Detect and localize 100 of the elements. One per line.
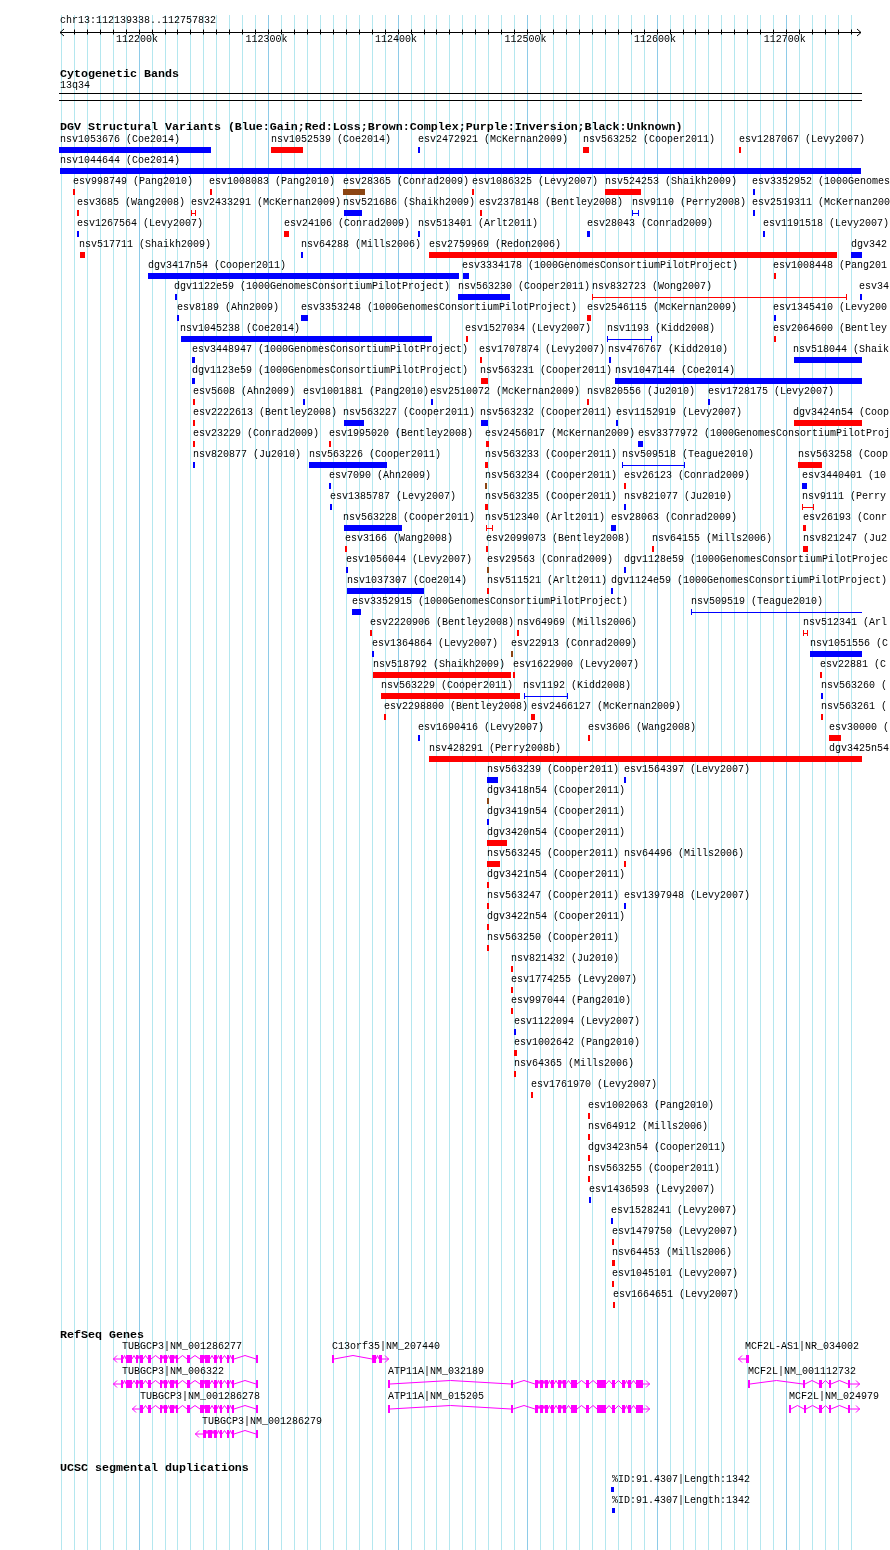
variant-label: esv1385787 (Levy2007)	[330, 491, 457, 503]
variant-label: esv1690416 (Levy2007)	[418, 722, 545, 734]
locus-label: chr13:112139338..112757832	[59, 15, 217, 27]
variant-label: nsv64453 (Mills2006)	[612, 1247, 733, 1259]
variant-label: nsv563235 (Cooper2011)	[485, 491, 618, 503]
variant-label: nsv563229 (Cooper2011)	[381, 680, 514, 692]
variant-label: esv3334178 (1000GenomesConsortiumPilotProject)	[462, 260, 739, 272]
variant-label: nsv64288 (Mills2006)	[301, 239, 422, 251]
variant-label: dgv3422n54 (Cooper2011)	[487, 911, 626, 923]
variant-label: esv1002642 (Pang2010)	[514, 1037, 641, 1049]
gene-label: MCF2L|NM_001112732	[748, 1366, 857, 1378]
variant-label: esv34	[859, 281, 889, 293]
variant-label: nsv563232 (Cooper2011)	[480, 407, 613, 419]
variant-label: nsv563227 (Cooper2011)	[343, 407, 476, 419]
variant-label: nsv64969 (Mills2006)	[517, 617, 638, 629]
variant-label: nsv563230 (Cooper2011)	[458, 281, 591, 293]
variant-label: esv1008448 (Pang201	[773, 260, 888, 272]
variant-label: dgv3423n54 (Cooper2011)	[588, 1142, 727, 1154]
variant-label: esv3353248 (1000GenomesConsortiumPilotProject)	[301, 302, 578, 314]
gene-label: TUBGCP3|NM_006322	[122, 1366, 225, 1378]
variant-label: esv1761970 (Levy2007)	[531, 1079, 658, 1091]
variant-label: nsv820556 (Ju2010)	[587, 386, 696, 398]
variant-label: esv26193 (Conr	[803, 512, 887, 524]
variant-label: esv3606 (Wang2008)	[588, 722, 697, 734]
variant-label: esv1364864 (Levy2007)	[372, 638, 499, 650]
variant-label: nsv1044644 (Coe2014)	[60, 155, 181, 167]
variant-label: dgv1128e59 (1000GenomesConsortiumPilotProjec	[624, 554, 889, 566]
ruler-tick-label: 112400k	[375, 34, 418, 46]
variant-label: nsv64155 (Mills2006)	[652, 533, 773, 545]
variant-label: esv1397948 (Levy2007)	[624, 890, 751, 902]
variant-label: nsv64365 (Mills2006)	[514, 1058, 635, 1070]
variant-label: dgv3419n54 (Cooper2011)	[487, 806, 626, 818]
variant-label: esv1707874 (Levy2007)	[479, 344, 606, 356]
variant-label: nsv563255 (Cooper2011)	[588, 1163, 721, 1175]
variant-label: dgv342	[851, 239, 887, 251]
variant-label: esv3440401 (10	[802, 470, 886, 482]
variant-label: dgv1123e59 (1000GenomesConsortiumPilotProject)	[192, 365, 469, 377]
variant-label: esv7090 (Ahn2009)	[329, 470, 432, 482]
variant-label: nsv513401 (Arlt2011)	[418, 218, 539, 230]
variant-label: esv1002063 (Pang2010)	[588, 1100, 715, 1112]
variant-label: esv2433291 (McKernan2009)	[191, 197, 342, 209]
variant-label: esv2099073 (Bentley2008)	[486, 533, 631, 545]
gene-label: TUBGCP3|NM_001286279	[202, 1416, 323, 1428]
variant-label: nsv64496 (Mills2006)	[624, 848, 745, 860]
variant-label: esv8189 (Ahn2009)	[177, 302, 280, 314]
variant-label: esv1287067 (Levy2007)	[739, 134, 866, 146]
duplication-bar	[612, 1508, 615, 1513]
variant-label: esv3377972 (1000GenomesConsortiumPilotProj	[638, 428, 890, 440]
variant-label: esv1436593 (Levy2007)	[589, 1184, 716, 1196]
variant-label: nsv563258 (Coop	[798, 449, 888, 461]
gene-label: MCF2L|NM_024979	[789, 1391, 879, 1403]
variant-label: nsv563239 (Cooper2011)	[487, 764, 620, 776]
variant-label: esv1664651 (Levy2007)	[613, 1289, 740, 1301]
variant-label: nsv476767 (Kidd2010)	[608, 344, 729, 356]
variant-label: esv3352952 (1000Genomes	[752, 176, 890, 188]
variant-label: esv1774255 (Levy2007)	[511, 974, 638, 986]
variant-label: dgv3425n54	[829, 743, 889, 755]
variant-label: esv1045101 (Levy2007)	[612, 1268, 739, 1280]
variant-label: nsv820877 (Ju2010)	[193, 449, 302, 461]
variant-label: esv1528241 (Levy2007)	[611, 1205, 738, 1217]
variant-label: nsv517711 (Shaikh2009)	[79, 239, 212, 251]
variant-label: esv2456017 (McKernan2009)	[485, 428, 636, 440]
variant-label: esv1527034 (Levy2007)	[465, 323, 592, 335]
variant-label: esv3685 (Wang2008)	[77, 197, 186, 209]
variant-label: esv1622900 (Levy2007)	[513, 659, 640, 671]
variant-label: esv28063 (Conrad2009)	[611, 512, 738, 524]
variant-label: dgv3424n54 (Coop	[793, 407, 889, 419]
variant-label: esv997044 (Pang2010)	[511, 995, 632, 1007]
variant-label: nsv563228 (Cooper2011)	[343, 512, 476, 524]
variant-label: esv1995020 (Bentley2008)	[329, 428, 474, 440]
variant-label: nsv64912 (Mills2006)	[588, 1121, 709, 1133]
variant-label: dgv1122e59 (1000GenomesConsortiumPilotProject)	[174, 281, 451, 293]
variant-label: esv1086325 (Levy2007)	[472, 176, 599, 188]
variant-label: nsv563233 (Cooper2011)	[485, 449, 618, 461]
variant-label: nsv518792 (Shaikh2009)	[373, 659, 506, 671]
variant-label: nsv563261 (	[821, 701, 887, 713]
variant-label: nsv9110 (Perry2008)	[632, 197, 747, 209]
variant-label: nsv821247 (Ju2	[803, 533, 887, 545]
variant-label: nsv512341 (Arl	[803, 617, 887, 629]
variant-label: esv28043 (Conrad2009)	[587, 218, 714, 230]
ruler-tick-label: 112200k	[116, 34, 159, 46]
track-title: RefSeq Genes	[59, 1329, 144, 1341]
variant-label: nsv563252 (Cooper2011)	[583, 134, 716, 146]
variant-label: nsv509518 (Teague2010)	[622, 449, 755, 461]
variant-label: nsv563260 (	[821, 680, 887, 692]
variant-label: esv1122094 (Levy2007)	[514, 1016, 641, 1028]
variant-label: esv1728175 (Levy2007)	[708, 386, 835, 398]
variant-label: dgv3418n54 (Cooper2011)	[487, 785, 626, 797]
variant-label: dgv3421n54 (Cooper2011)	[487, 869, 626, 881]
gene-label: ATP11A|NM_032189	[388, 1366, 484, 1378]
track-title: DGV Structural Variants (Blue:Gain;Red:Loss;Brown:Complex;Purple:Inversion;Black:Unknown)	[59, 121, 683, 133]
variant-label: nsv832723 (Wong2007)	[592, 281, 713, 293]
variant-label: esv1056044 (Levy2007)	[346, 554, 473, 566]
variant-label: nsv1037307 (Coe2014)	[347, 575, 468, 587]
duplication-label: %ID:91.4307|Length:1342	[612, 1474, 751, 1486]
variant-label: nsv511521 (Arlt2011)	[487, 575, 608, 587]
variant-label: nsv1052539 (Coe2014)	[271, 134, 392, 146]
variant-label: nsv9111 (Perry	[802, 491, 886, 503]
variant-label: nsv563231 (Cooper2011)	[480, 365, 613, 377]
variant-label: nsv1193 (Kidd2008)	[607, 323, 716, 335]
